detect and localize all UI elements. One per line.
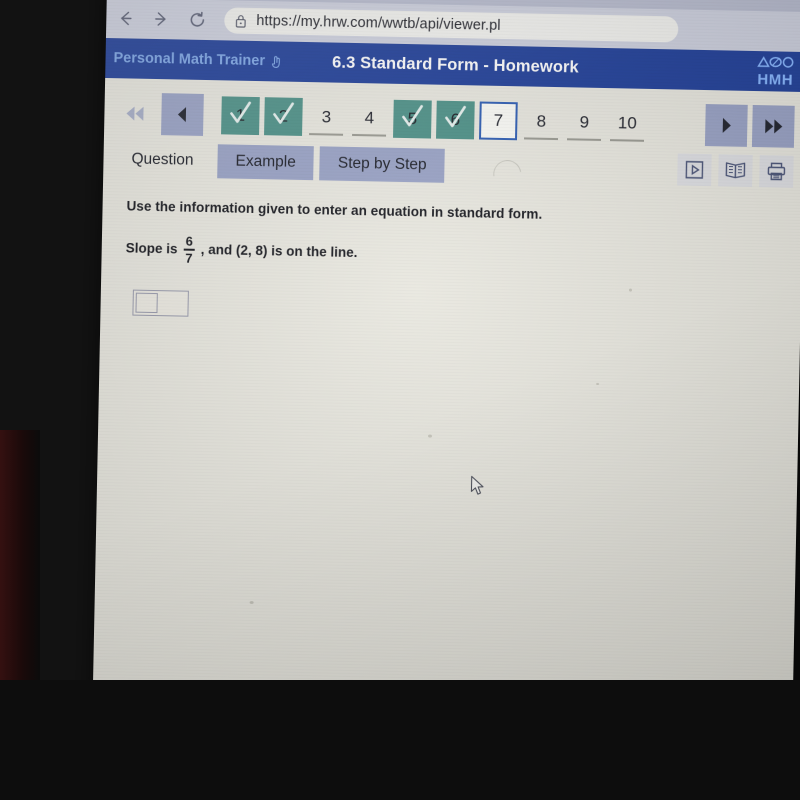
question-instruction: Use the information given to enter an eq… — [126, 198, 543, 222]
video-icon[interactable] — [677, 153, 712, 187]
back-arrow-icon[interactable] — [114, 7, 136, 29]
screen-speck — [249, 600, 254, 605]
reload-icon[interactable] — [186, 9, 208, 31]
brand-label: Personal Math Trainer — [113, 50, 266, 70]
mouse-pointer — [470, 475, 486, 497]
laptop-photo: https://my.hrw.com/wwtb/api/viewer.pl Pe… — [0, 0, 800, 800]
pager-item-4[interactable]: 4 — [350, 99, 389, 138]
slope-fraction: 6 7 — [182, 233, 196, 266]
pager-item-3[interactable]: 3 — [307, 98, 346, 137]
tab-label: Example — [235, 152, 297, 171]
pager-item-label: 9 — [579, 112, 590, 132]
hand-pointer-icon — [270, 54, 283, 69]
laptop-screen: https://my.hrw.com/wwtb/api/viewer.pl Pe… — [92, 0, 800, 716]
pager-item-label: 3 — [321, 107, 332, 127]
pager-item-7[interactable]: 7 — [478, 101, 518, 141]
pager-item-label: 10 — [617, 113, 637, 133]
tab-question[interactable]: Question — [113, 142, 212, 178]
print-icon[interactable] — [759, 155, 794, 188]
pager-item-label: 2 — [278, 106, 289, 126]
pager-item-label: 1 — [235, 105, 246, 125]
answer-input[interactable] — [132, 289, 189, 317]
pager-item-label: 5 — [407, 109, 418, 129]
pager-item-label: 8 — [536, 111, 547, 131]
answer-area — [132, 289, 790, 328]
slope-denominator: 7 — [185, 250, 193, 266]
pager-item-10[interactable]: 10 — [608, 104, 647, 143]
given-prefix: Slope is — [125, 240, 178, 257]
question-given: Slope is 6 7 , and (2, 8) is on the line… — [125, 233, 791, 276]
hmh-logo-text: HMH — [757, 71, 794, 89]
tab-label: Question — [131, 150, 194, 169]
pager-last-button[interactable] — [751, 104, 795, 148]
brand-area[interactable]: Personal Math Trainer — [113, 50, 283, 69]
pager-item-1[interactable]: 1 — [221, 96, 260, 136]
tab-example[interactable]: Example — [217, 144, 315, 181]
pager-prev-button[interactable] — [161, 93, 204, 136]
screen-speck — [596, 382, 600, 385]
lock-icon — [234, 13, 247, 28]
question-content: Use the information given to enter an eq… — [100, 176, 800, 329]
given-suffix: , and (2, 8) is on the line. — [200, 242, 358, 261]
pager-first-button[interactable] — [114, 92, 157, 135]
pager-next-button[interactable] — [704, 104, 748, 147]
screen-bezel-bottom — [0, 680, 800, 800]
pager-spacer — [651, 124, 700, 125]
hmh-logo: HMH — [755, 55, 796, 89]
glossary-book-icon[interactable] — [718, 154, 753, 187]
tool-buttons — [677, 153, 794, 189]
screen-speck — [628, 288, 633, 292]
pager-item-2[interactable]: 2 — [264, 97, 303, 136]
forward-arrow-icon[interactable] — [150, 8, 172, 30]
screen-speck — [428, 434, 433, 438]
address-bar[interactable]: https://my.hrw.com/wwtb/api/viewer.pl — [224, 7, 679, 43]
pager-item-label: 7 — [493, 110, 504, 130]
slope-numerator: 6 — [185, 233, 194, 249]
url-text: https://my.hrw.com/wwtb/api/viewer.pl — [256, 13, 501, 34]
pager-item-9[interactable]: 9 — [565, 103, 604, 142]
tab-step-by-step[interactable]: Step by Step — [319, 146, 445, 183]
pager-item-label: 6 — [450, 109, 461, 130]
tab-label: Step by Step — [337, 154, 427, 174]
pager-item-5[interactable]: 5 — [393, 99, 432, 139]
answer-input-cell[interactable] — [135, 292, 158, 313]
pager-item-label: 4 — [364, 108, 375, 128]
pager-item-8[interactable]: 8 — [522, 102, 561, 141]
pager-item-6[interactable]: 6 — [436, 100, 475, 140]
lesson-page: 1 2 3 4 5 6 7 8 9 10 Question Example St… — [92, 77, 800, 716]
